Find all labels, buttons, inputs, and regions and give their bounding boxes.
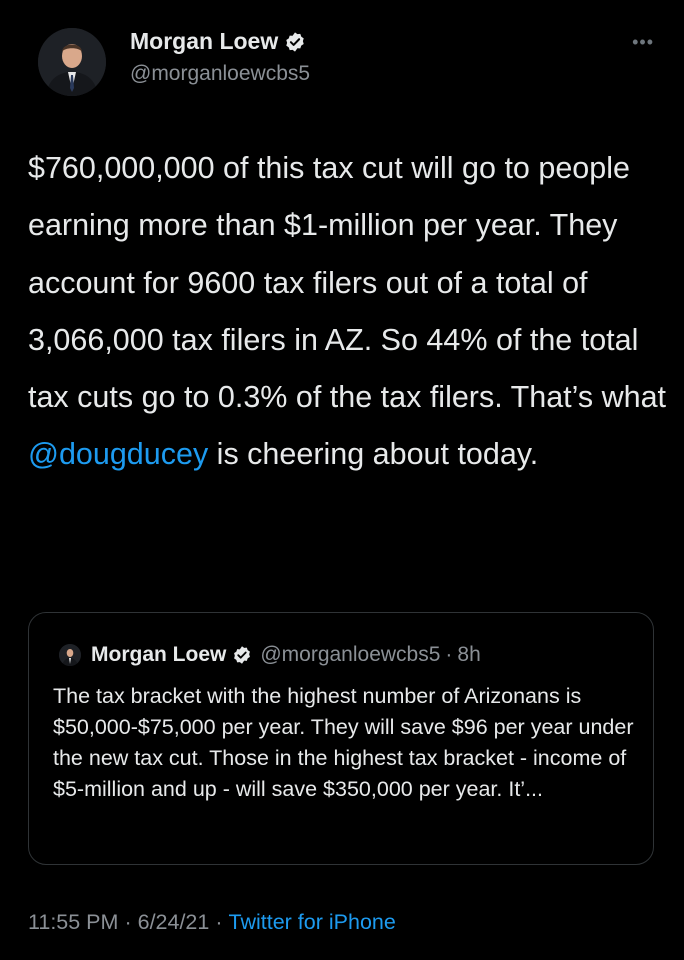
tweet-text-after: is cheering about today. xyxy=(208,437,539,472)
quoted-tweet[interactable]: Morgan Loew @morganloewcbs5 · 8h The tax… xyxy=(28,612,654,865)
tweet-footer: 11:55 PM · 6/24/21 · Twitter for iPhone xyxy=(28,910,396,935)
tweet-text: $760,000,000 of this tax cut will go to … xyxy=(28,140,668,484)
footer-separator-2: · xyxy=(215,910,223,934)
author-name-row[interactable]: Morgan Loew xyxy=(130,28,306,55)
profile-photo-icon xyxy=(38,28,106,96)
quoted-handle: @morganloewcbs5 xyxy=(260,643,441,666)
tweet-source-link[interactable]: Twitter for iPhone xyxy=(229,910,396,935)
tweet-date[interactable]: 6/24/21 xyxy=(138,910,210,935)
quoted-timestamp[interactable]: 8h xyxy=(457,643,480,667)
avatar[interactable] xyxy=(38,28,106,96)
quoted-separator: · xyxy=(445,643,453,666)
author-handle[interactable]: @morganloewcbs5 xyxy=(130,62,310,86)
footer-separator: · xyxy=(124,910,132,934)
quoted-verified-badge-icon xyxy=(234,646,251,664)
quoted-avatar xyxy=(59,644,81,666)
quoted-tweet-header: Morgan Loew @morganloewcbs5 · 8h xyxy=(59,643,481,667)
more-options-icon[interactable]: ••• xyxy=(632,32,654,53)
author-display-name[interactable]: Morgan Loew xyxy=(130,28,278,55)
quoted-profile-photo-icon xyxy=(59,644,81,666)
tweet-text-before: $760,000,000 of this tax cut will go to … xyxy=(28,151,667,415)
quoted-tweet-text: The tax bracket with the highest number … xyxy=(53,684,634,801)
tweet-time[interactable]: 11:55 PM xyxy=(28,910,118,935)
mention-link[interactable]: @dougducey xyxy=(28,437,208,471)
verified-badge-icon xyxy=(286,31,304,52)
quoted-display-name: Morgan Loew xyxy=(91,643,227,666)
